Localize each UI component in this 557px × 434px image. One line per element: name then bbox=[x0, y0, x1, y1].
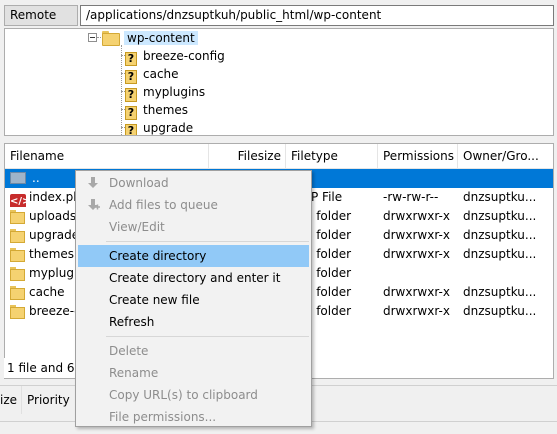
folder-icon bbox=[10, 247, 25, 262]
file-type: e folder bbox=[305, 304, 352, 318]
folder-icon bbox=[10, 209, 25, 224]
menu-item-refresh[interactable]: Refresh bbox=[78, 311, 309, 333]
add-to-queue-icon bbox=[88, 199, 100, 210]
file-name: cache bbox=[29, 285, 65, 299]
remote-directory-tree[interactable]: wp-content ? breeze-config ? cache ? myplug… bbox=[4, 28, 554, 136]
file-owner: dnzsuptku... bbox=[463, 190, 537, 204]
menu-item-label: Download bbox=[109, 176, 169, 190]
menu-item-file-permissions[interactable]: File permissions... bbox=[78, 406, 309, 428]
folder-icon bbox=[10, 228, 25, 243]
file-permissions: drwxrwxr-x bbox=[383, 209, 450, 223]
file-name: themes bbox=[29, 247, 75, 261]
menu-item-label: View/Edit bbox=[109, 220, 165, 234]
menu-item-label: Rename bbox=[109, 366, 159, 380]
unknown-folder-icon: ? bbox=[125, 52, 137, 66]
file-permissions: drwxrwxr-x bbox=[383, 228, 450, 242]
menu-item-label: Delete bbox=[109, 344, 149, 358]
file-name: breeze-config bbox=[29, 304, 76, 318]
tree-item-label: breeze-config bbox=[143, 49, 225, 63]
column-owner[interactable]: Owner/Gro... bbox=[458, 144, 553, 169]
menu-item-create-new-file[interactable]: Create new file bbox=[78, 289, 309, 311]
file-owner: dnzsuptku... bbox=[463, 209, 537, 223]
tree-guide-line bbox=[121, 45, 122, 135]
menu-item-add-to-queue[interactable]: Add files to queue bbox=[78, 194, 309, 216]
menu-item-create-directory[interactable]: Create directory bbox=[78, 245, 309, 267]
menu-item-view-edit[interactable]: View/Edit bbox=[78, 216, 309, 238]
file-name: index.php bbox=[29, 190, 76, 204]
tree-item-upgrade[interactable]: ? upgrade bbox=[125, 119, 194, 135]
menu-separator bbox=[106, 241, 309, 242]
file-owner: dnzsuptku... bbox=[463, 285, 537, 299]
menu-item-copy-urls[interactable]: Copy URL(s) to clipboard bbox=[78, 384, 309, 406]
column-permissions[interactable]: Permissions bbox=[378, 144, 458, 169]
menu-item-label: File permissions... bbox=[109, 410, 217, 424]
tree-item-label: wp-content bbox=[124, 31, 198, 45]
unknown-folder-icon: ? bbox=[125, 70, 137, 84]
file-type: P File bbox=[311, 190, 343, 204]
file-name: myplugins bbox=[29, 266, 76, 280]
column-filesize[interactable]: Filesize bbox=[209, 144, 286, 169]
unknown-folder-icon: ? bbox=[125, 124, 137, 135]
file-name: upgrade bbox=[29, 228, 76, 242]
download-icon bbox=[88, 177, 98, 188]
file-owner: dnzsuptku... bbox=[463, 247, 537, 261]
queue-column-size[interactable]: ize bbox=[0, 386, 22, 414]
collapse-expander-icon[interactable] bbox=[88, 33, 97, 42]
file-type: e folder bbox=[305, 266, 352, 280]
menu-item-label: Create directory bbox=[109, 249, 207, 263]
unknown-folder-icon: ? bbox=[125, 106, 137, 120]
file-list-header: Filename Filesize Filetype Permissions O… bbox=[5, 144, 553, 169]
folder-open-icon bbox=[102, 31, 120, 46]
file-name: uploads bbox=[29, 209, 76, 223]
menu-item-label: Add files to queue bbox=[109, 198, 218, 212]
tree-item-label: myplugins bbox=[143, 85, 206, 99]
menu-item-download[interactable]: Download bbox=[78, 172, 309, 194]
tree-item-themes[interactable]: ? themes bbox=[125, 101, 189, 120]
file-type: e folder bbox=[305, 247, 352, 261]
remote-site-bar: Remote site: /applications/dnzsuptkuh/pu… bbox=[0, 0, 557, 41]
remote-site-path-input[interactable]: /applications/dnzsuptkuh/public_html/wp-… bbox=[80, 5, 554, 26]
tree-item-myplugins[interactable]: ? myplugins bbox=[125, 83, 206, 102]
menu-item-label: Create new file bbox=[109, 293, 200, 307]
column-filetype[interactable]: Filetype bbox=[286, 144, 378, 169]
file-permissions: drwxrwxr-x bbox=[383, 285, 450, 299]
column-filename[interactable]: Filename bbox=[5, 144, 209, 169]
unknown-folder-icon: ? bbox=[125, 88, 137, 102]
tree-item-breeze-config[interactable]: ? breeze-config bbox=[125, 47, 225, 66]
file-type: e folder bbox=[305, 285, 352, 299]
menu-separator bbox=[106, 336, 309, 337]
file-owner: dnzsuptku... bbox=[463, 304, 537, 318]
menu-item-delete[interactable]: Delete bbox=[78, 340, 309, 362]
menu-item-create-directory-enter[interactable]: Create directory and enter it bbox=[78, 267, 309, 289]
file-permissions: drwxrwxr-x bbox=[383, 247, 450, 261]
file-type: e folder bbox=[305, 228, 352, 242]
file-owner: dnzsuptku... bbox=[463, 228, 537, 242]
tree-item-cache[interactable]: ? cache bbox=[125, 65, 179, 84]
php-file-icon: </> bbox=[10, 194, 30, 207]
menu-item-label: Copy URL(s) to clipboard bbox=[109, 388, 258, 402]
parent-directory-icon bbox=[10, 172, 26, 184]
remote-site-label: Remote site: bbox=[4, 5, 78, 41]
menu-item-rename[interactable]: Rename bbox=[78, 362, 309, 384]
menu-item-label: Create directory and enter it bbox=[109, 271, 281, 285]
tree-item-label: cache bbox=[143, 67, 179, 81]
folder-icon bbox=[10, 285, 25, 300]
file-permissions: -rw-rw-r-- bbox=[383, 190, 439, 204]
tree-item-label: themes bbox=[143, 103, 189, 117]
file-permissions: drwxrwxr-x bbox=[383, 304, 450, 318]
folder-icon bbox=[10, 266, 25, 281]
file-name: .. bbox=[32, 171, 40, 185]
folder-icon bbox=[10, 304, 25, 319]
context-menu: Download Add files to queue View/Edit Cr… bbox=[75, 170, 312, 427]
tree-item-label: upgrade bbox=[143, 121, 194, 135]
menu-item-label: Refresh bbox=[109, 315, 155, 329]
tree-item-wp-content[interactable]: wp-content bbox=[102, 29, 198, 47]
file-type: e folder bbox=[305, 209, 352, 223]
